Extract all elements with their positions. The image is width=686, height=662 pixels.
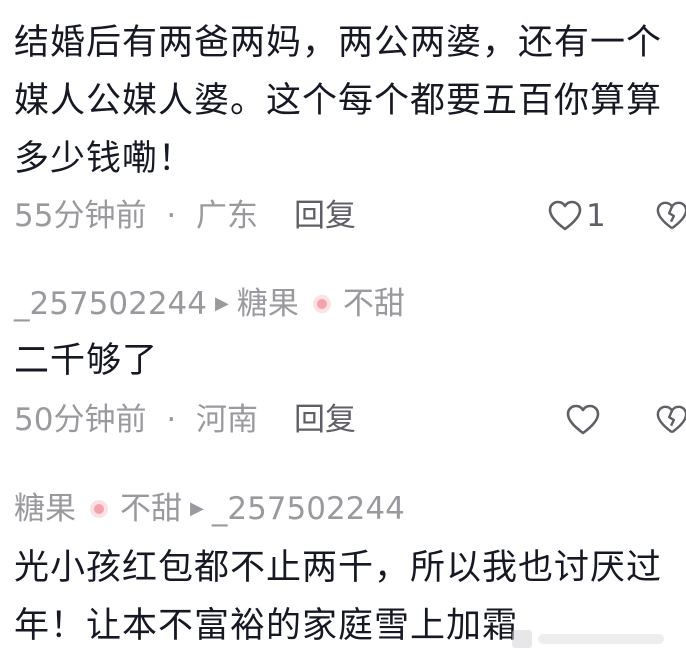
heart-outline-icon — [566, 404, 600, 435]
triangle-right-icon: ▶ — [190, 498, 204, 519]
comment-2-dislike-button[interactable] — [656, 398, 686, 442]
comment-1-meta: 55分钟前 · 广东 — [14, 194, 258, 238]
comment-2-text[interactable]: 二千够了 — [14, 332, 674, 390]
comment-2-meta: 50分钟前 · 河南 — [14, 398, 258, 442]
comment-2: _257502244 ▶ 糖果 不甜 二千够了 50分钟前 · 河南 回复 — [0, 250, 686, 455]
comment-2-like-button[interactable] — [566, 398, 604, 442]
comment-3-author-suffix[interactable]: 不甜 — [120, 487, 182, 531]
comment-3-header: 糖果 不甜 ▶ _257502244 — [14, 487, 405, 531]
comment-2-location: 河南 — [196, 402, 259, 438]
broken-heart-icon — [656, 201, 686, 230]
comment-1-location: 广东 — [196, 198, 259, 234]
triangle-right-icon: ▶ — [215, 293, 229, 314]
comment-1-like-count: 1 — [586, 198, 606, 234]
comment-2-header: _257502244 ▶ 糖果 不甜 — [14, 282, 405, 326]
candy-emoji-icon — [312, 295, 331, 313]
comment-3-author-name[interactable]: 糖果 — [14, 487, 76, 531]
heart-outline-icon — [548, 200, 582, 231]
comment-1-dislike-button[interactable] — [656, 194, 686, 238]
comment-1-like-button[interactable]: 1 — [548, 194, 606, 238]
broken-heart-icon — [656, 405, 686, 434]
watermark — [512, 630, 664, 648]
comment-2-time: 50分钟前 — [14, 402, 147, 438]
candy-emoji-icon — [90, 500, 108, 518]
comment-2-reply-button[interactable]: 回复 — [294, 398, 356, 442]
comment-2-author[interactable]: _257502244 — [14, 282, 207, 326]
comment-1-text[interactable]: 结婚后有两爸两妈，两公两婆，还有一个媒人公媒人婆。这个每个都要五百你算算多少钱嘞… — [14, 14, 674, 188]
comment-1: 结婚后有两爸两妈，两公两婆，还有一个媒人公媒人婆。这个每个都要五百你算算多少钱嘞… — [0, 0, 686, 250]
comment-1-time: 55分钟前 — [14, 198, 147, 234]
meta-separator: · — [166, 402, 177, 438]
comment-3-reply-to[interactable]: _257502244 — [212, 487, 405, 531]
comment-2-reply-to-suffix[interactable]: 不甜 — [343, 282, 405, 326]
meta-separator: · — [166, 198, 177, 234]
comment-2-reply-to-name[interactable]: 糖果 — [237, 282, 299, 326]
comment-1-reply-button[interactable]: 回复 — [294, 194, 356, 238]
